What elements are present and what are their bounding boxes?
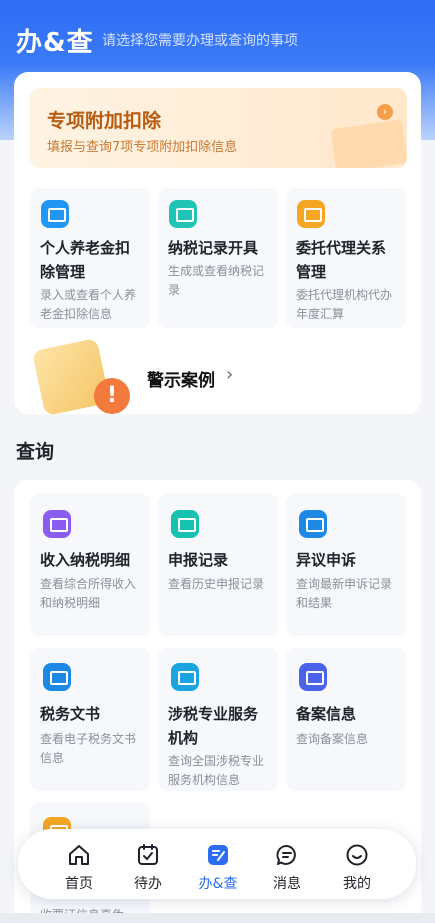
tile-agent-management[interactable]: 委托代理关系管理 委托代理机构代办年度汇算 — [286, 188, 406, 328]
page-title: 办&查 — [16, 28, 94, 58]
document-icon — [43, 663, 71, 691]
warning-label: 警示案例 — [147, 371, 215, 391]
tile-appeal[interactable]: 异议申诉 查询最新申诉记录和结果 — [286, 493, 406, 636]
nav-handle-query[interactable]: 办&查 — [183, 829, 253, 899]
message-icon — [276, 845, 296, 865]
tile-desc: 录入或查看个人养老金扣除信息 — [40, 288, 137, 321]
nav-label: 消息 — [273, 876, 301, 892]
tile-desc: 查看综合所得收入和纳税明细 — [40, 577, 137, 610]
tile-title: 申报记录 — [168, 551, 229, 569]
banner-illustration — [330, 119, 407, 168]
tile-pension-deduction[interactable]: 个人养老金扣除管理 录入或查看个人养老金扣除信息 — [30, 188, 150, 328]
tile-title: 收入纳税明细 — [40, 551, 131, 569]
tile-declare-record[interactable]: 申报记录 查看历史申报记录 — [158, 493, 278, 636]
banner-subtitle: 填报与查询7项专项附加扣除信息 — [47, 140, 238, 155]
handle-query-icon — [208, 845, 228, 865]
income-icon — [43, 510, 71, 538]
declare-record-icon — [171, 510, 199, 538]
tile-title: 涉税专业服务机构 — [168, 705, 259, 747]
nav-label: 办&查 — [198, 876, 238, 892]
tile-desc: 查询备案信息 — [296, 732, 369, 746]
nav-label: 我的 — [343, 876, 371, 892]
tax-record-icon — [169, 200, 197, 228]
tile-desc: 查询最新申诉记录和结果 — [296, 577, 393, 610]
chevron-right-icon: › — [377, 104, 393, 120]
profile-icon — [346, 844, 368, 866]
nav-label: 待办 — [134, 876, 162, 892]
page-subtitle: 请选择您需要办理或查询的事项 — [102, 33, 298, 49]
tile-title: 异议申诉 — [296, 551, 357, 569]
todo-icon — [138, 844, 158, 865]
tile-title: 个人养老金扣除管理 — [40, 239, 131, 281]
tile-tax-document[interactable]: 税务文书 查看电子税务文书信息 — [30, 648, 150, 791]
agent-icon — [297, 200, 325, 228]
warning-illustration: ! — [16, 336, 130, 417]
tile-desc: 查询全国涉税专业服务机构信息 — [168, 754, 265, 787]
warning-cases-entry[interactable]: ! 警示案例 › — [14, 336, 421, 417]
institution-icon — [171, 663, 199, 691]
pension-icon — [41, 200, 69, 228]
nav-profile[interactable]: 我的 — [322, 829, 392, 899]
tile-desc: 查看历史申报记录 — [168, 577, 265, 591]
tile-tax-record[interactable]: 纳税记录开具 生成或查看纳税记录 — [158, 188, 278, 328]
tile-title: 委托代理关系管理 — [296, 239, 387, 281]
exclamation-icon: ! — [94, 378, 130, 414]
filing-icon — [299, 663, 327, 691]
home-icon — [69, 845, 89, 865]
system-bottom-bar — [0, 913, 435, 923]
nav-home[interactable]: 首页 — [44, 829, 114, 899]
section-title-query: 查询 — [16, 441, 55, 463]
nav-label: 首页 — [65, 876, 93, 892]
tile-tax-institution[interactable]: 涉税专业服务机构 查询全国涉税专业服务机构信息 — [158, 648, 278, 791]
chevron-right-icon: › — [226, 364, 234, 385]
banner-title: 专项附加扣除 — [47, 110, 162, 132]
tile-title: 备案信息 — [296, 705, 357, 723]
tile-income-tax-detail[interactable]: 收入纳税明细 查看综合所得收入和纳税明细 — [30, 493, 150, 636]
tile-desc: 委托代理机构代办年度汇算 — [296, 288, 393, 321]
bottom-nav: 首页 待办 办&查 消息 我的 — [18, 829, 416, 899]
tile-desc: 查看电子税务文书信息 — [40, 732, 137, 765]
nav-todo[interactable]: 待办 — [113, 829, 183, 899]
tile-title: 纳税记录开具 — [168, 239, 259, 257]
tile-filing-info[interactable]: 备案信息 查询备案信息 — [286, 648, 406, 791]
tile-title: 税务文书 — [40, 705, 101, 723]
appeal-icon — [299, 510, 327, 538]
special-deduction-banner[interactable]: 专项附加扣除 填报与查询7项专项附加扣除信息 › — [30, 88, 407, 168]
nav-message[interactable]: 消息 — [252, 829, 322, 899]
tile-desc: 生成或查看纳税记录 — [168, 264, 265, 297]
